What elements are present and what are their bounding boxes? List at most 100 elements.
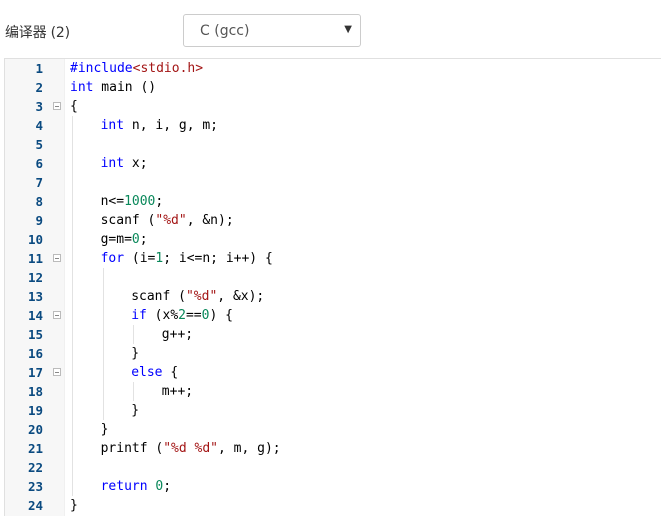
line-number: 16 [27, 346, 43, 361]
code-line[interactable]: 8 n<=1000; [5, 192, 661, 211]
code-token: } [131, 346, 140, 361]
code-token: } [100, 422, 109, 437]
code-line[interactable]: 20} [5, 420, 661, 439]
code-token: scanf ( [131, 289, 186, 304]
code-token: return [100, 479, 148, 494]
fold-toggle-icon[interactable] [53, 368, 61, 376]
line-number: 22 [27, 460, 43, 475]
code-token: (x% [146, 308, 179, 323]
code-text: for (i=1; i<=n; i++) { [101, 249, 273, 268]
line-number: 14 [27, 308, 43, 323]
code-text: else { [131, 363, 178, 382]
line-number: 24 [27, 498, 43, 513]
code-text: m++; [162, 382, 193, 401]
code-text: scanf ("%d", &n); [101, 211, 234, 230]
code-text: int main () [70, 78, 156, 97]
code-text: int x; [101, 154, 148, 173]
code-line[interactable]: 11 for (i=1; i<=n; i++) { [5, 249, 661, 268]
code-token: "%d %d" [163, 441, 219, 456]
fold-toggle-icon[interactable] [53, 254, 61, 262]
code-token: int [100, 156, 125, 171]
code-line[interactable]: 9 scanf ("%d", &n); [5, 211, 661, 230]
code-line[interactable]: 1 #include<stdio.h> [5, 59, 661, 78]
chevron-down-icon: ▼ [344, 24, 352, 35]
code-token: 2 [178, 308, 186, 323]
code-token: scanf ( [100, 213, 156, 228]
code-token: { [70, 99, 78, 114]
indent-guide [133, 382, 135, 401]
line-number: 23 [27, 479, 43, 494]
code-line[interactable]: 5 [5, 135, 661, 154]
code-line[interactable]: 6 int x; [5, 154, 661, 173]
code-token: , &n); [186, 213, 234, 228]
code-token: n, i, g, m; [124, 118, 218, 133]
code-token: for [100, 251, 125, 266]
code-line[interactable]: 4 int n, i, g, m; [5, 116, 661, 135]
toolbar: 编译器 (2) C (gcc) ▼ [0, 0, 661, 58]
indent-guide [102, 268, 104, 420]
line-number: 5 [35, 137, 43, 152]
code-token: g=m= [100, 232, 132, 247]
code-text: printf ("%d %d", m, g); [101, 439, 281, 458]
compiler-select[interactable]: C (gcc) ▼ [183, 14, 361, 47]
code-token: , &x); [217, 289, 265, 304]
line-number: 15 [27, 327, 43, 342]
code-token: } [70, 498, 78, 513]
code-text: g=m=0; [101, 230, 148, 249]
code-text: } [70, 496, 78, 515]
indent-guide [72, 116, 73, 496]
code-token: g++; [161, 327, 194, 342]
code-text: if (x%2==0) { [131, 306, 233, 325]
line-number: 17 [27, 365, 43, 380]
code-line[interactable]: 23 return 0; [5, 477, 661, 496]
compiler-label: 编译器 (2) [5, 25, 70, 41]
code-text: { [70, 97, 78, 116]
code-token: "%d" [185, 289, 218, 304]
line-number: 4 [35, 118, 43, 133]
code-line[interactable]: 24} [5, 496, 661, 515]
code-token: x; [124, 156, 148, 171]
code-token: if [131, 308, 147, 323]
code-text: return 0; [101, 477, 171, 496]
code-text: int n, i, g, m; [101, 116, 218, 135]
code-token: ; [155, 194, 164, 209]
code-line[interactable]: 3{ [5, 97, 661, 116]
code-token: n<= [100, 194, 125, 209]
code-line[interactable]: 2 int main () [5, 78, 661, 97]
line-number: 6 [35, 156, 43, 171]
code-token: 0 [131, 232, 140, 247]
code-token: "%d" [155, 213, 187, 228]
code-token: ; i<=n; i++) { [163, 251, 273, 266]
code-line[interactable]: 7 [5, 173, 661, 192]
code-text: g++; [162, 325, 193, 344]
code-line[interactable]: 10 g=m=0; [5, 230, 661, 249]
line-number: 8 [35, 194, 43, 209]
code-line[interactable]: 22 [5, 458, 661, 477]
code-token: ) { [209, 308, 233, 323]
line-number: 10 [27, 232, 43, 247]
code-token: #include [70, 61, 133, 76]
code-token: ; [139, 232, 148, 247]
line-number: 12 [27, 270, 43, 285]
line-number: 21 [27, 441, 43, 456]
fold-toggle-icon[interactable] [53, 311, 61, 319]
code-token: <stdio.h> [132, 61, 204, 76]
compiler-select-value: C (gcc) [200, 23, 250, 39]
line-number: 2 [35, 80, 43, 95]
line-number: 20 [27, 422, 43, 437]
line-number: 9 [35, 213, 43, 228]
code-token: m++; [161, 384, 194, 399]
code-token: { [162, 365, 179, 380]
code-line[interactable]: 21 printf ("%d %d", m, g); [5, 439, 661, 458]
line-number: 19 [27, 403, 43, 418]
indent-guide [133, 325, 135, 344]
code-token: else [131, 365, 163, 380]
line-number: 1 [35, 61, 43, 76]
code-token: printf ( [100, 441, 164, 456]
fold-toggle-icon[interactable] [53, 102, 61, 110]
code-token: == [185, 308, 202, 323]
line-number: 11 [27, 251, 43, 266]
code-text: } [131, 401, 139, 420]
code-token: 1000 [124, 194, 156, 209]
code-editor[interactable]: 1 #include<stdio.h> 2 int main () 3{ 4 int n, … [4, 58, 661, 516]
